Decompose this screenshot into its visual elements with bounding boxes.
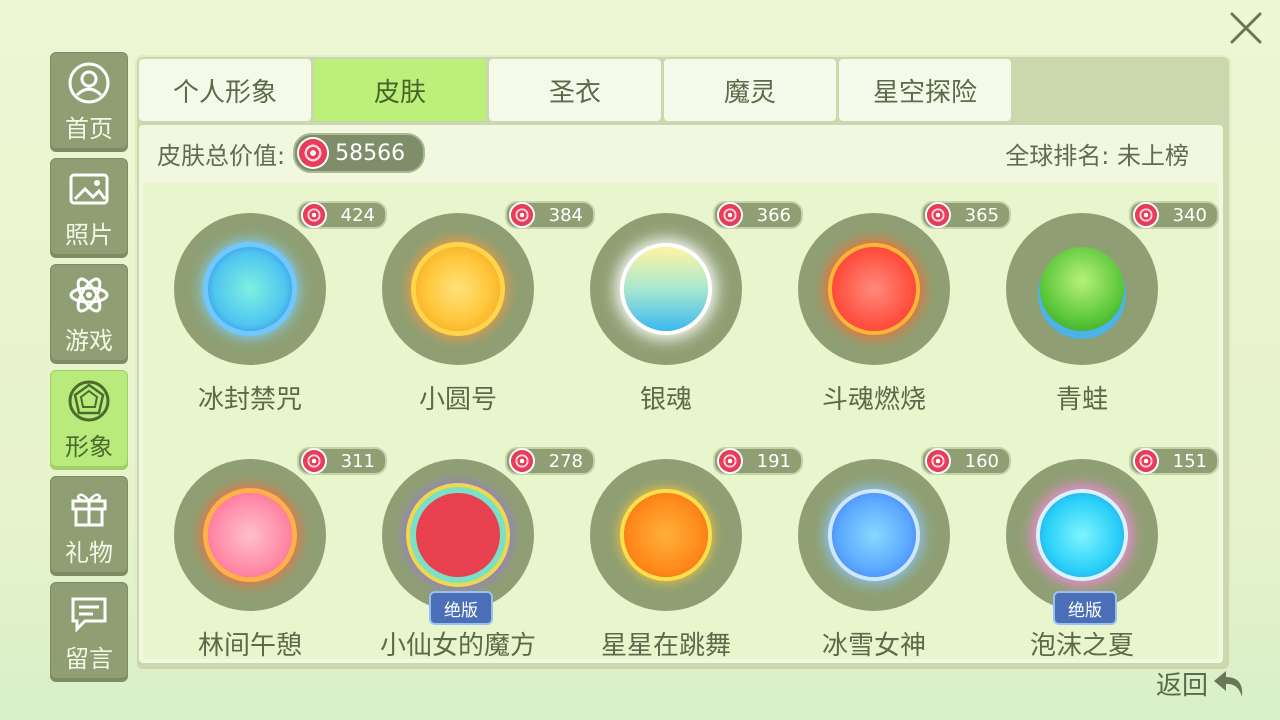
skin-card[interactable]: 311 林间午憩 <box>143 429 387 659</box>
skin-card[interactable]: 340 青蛙 <box>975 183 1219 423</box>
candy-icon <box>511 450 533 472</box>
skin-name: 青蛙 <box>1055 385 1108 415</box>
skin-name: 泡沫之夏 <box>1029 631 1134 659</box>
skin-card[interactable]: 151 绝版 泡沫之夏 <box>975 429 1219 659</box>
total-value: 58566 <box>335 140 406 166</box>
skin-orb-icon <box>208 493 292 577</box>
skin-orb-holder <box>590 459 742 611</box>
skin-card[interactable]: 365 斗魂燃烧 <box>767 183 1011 423</box>
tab-spirits[interactable]: 魔灵 <box>664 59 836 121</box>
skin-name: 斗魂燃烧 <box>821 385 926 415</box>
tab-personal-image[interactable]: 个人形象 <box>139 59 311 121</box>
skin-name: 冰封禁咒 <box>197 385 302 415</box>
close-button[interactable] <box>1226 8 1266 48</box>
gift-icon <box>67 485 111 529</box>
skin-card[interactable]: 384 小圆号 <box>351 183 595 423</box>
skin-orb-holder <box>174 459 326 611</box>
skin-orb-icon <box>416 247 500 331</box>
sidebar-item-label: 游戏 <box>65 326 113 355</box>
skin-orb-icon <box>416 493 500 577</box>
skin-orb-icon <box>832 247 916 331</box>
skin-orb-holder <box>798 459 950 611</box>
tab-star-adventure[interactable]: 星空探险 <box>839 59 1011 121</box>
skin-orb-icon <box>832 493 916 577</box>
sidebar-item-home[interactable]: 首页 <box>50 52 128 152</box>
candy-icon <box>719 204 741 226</box>
skin-orb-holder <box>382 213 534 365</box>
skin-name: 星星在跳舞 <box>600 631 731 659</box>
sidebar-item-label: 礼物 <box>65 538 113 567</box>
sidebar-item-photos[interactable]: 照片 <box>50 158 128 258</box>
sidebar-item-label: 照片 <box>65 220 113 249</box>
close-icon <box>1230 12 1262 44</box>
skin-orb-holder <box>798 213 950 365</box>
candy-icon <box>303 450 325 472</box>
photo-icon <box>67 167 111 211</box>
skin-name: 小圆号 <box>418 385 497 415</box>
sidebar-item-games[interactable]: 游戏 <box>50 264 128 364</box>
skin-card[interactable]: 191 星星在跳舞 <box>559 429 803 659</box>
candy-icon <box>1135 450 1157 472</box>
sidebar-item-messages[interactable]: 留言 <box>50 582 128 682</box>
skin-card[interactable]: 366 银魂 <box>559 183 803 423</box>
skin-orb-holder <box>1006 213 1158 365</box>
candy-icon <box>511 204 533 226</box>
candy-icon <box>927 450 949 472</box>
sidebar: 首页 照片 游戏 形象 礼物 留言 <box>50 52 128 688</box>
skin-name: 小仙女的魔方 <box>379 631 536 659</box>
tab-bar: 个人形象 皮肤 圣衣 魔灵 星空探险 <box>139 59 1011 121</box>
skin-card[interactable]: 278 绝版 小仙女的魔方 <box>351 429 595 659</box>
skin-card[interactable]: 424 冰封禁咒 <box>143 183 387 423</box>
skin-orb-icon <box>624 493 708 577</box>
sidebar-item-gifts[interactable]: 礼物 <box>50 476 128 576</box>
sidebar-item-label: 首页 <box>65 114 113 143</box>
skin-name: 冰雪女神 <box>821 631 926 659</box>
skin-orb-icon <box>1040 493 1124 577</box>
skin-grid: 424 冰封禁咒 384 小圆号 366 银魂 365 斗魂燃烧 340 青蛙 … <box>143 183 1219 659</box>
total-value-badge: 58566 <box>293 133 426 173</box>
limited-edition-badge: 绝版 <box>1053 591 1117 625</box>
total-value-label: 皮肤总价值: <box>157 141 286 170</box>
price-badge: 340 <box>1129 201 1219 229</box>
back-button[interactable]: 返回 <box>1156 665 1246 702</box>
summary-bar: 皮肤总价值: 58566 全球排名: 未上榜 <box>139 125 1223 181</box>
main-panel: 个人形象 皮肤 圣衣 魔灵 星空探险 皮肤总价值: 58566 全球排名: 未上… <box>135 55 1231 671</box>
frog-skin-icon <box>1040 247 1124 331</box>
candy-icon <box>299 139 328 167</box>
skin-orb-holder <box>382 459 534 611</box>
candy-icon <box>303 204 325 226</box>
skins-content: 皮肤总价值: 58566 全球排名: 未上榜 424 冰封禁咒 384 小圆号 … <box>139 125 1223 663</box>
skin-orb-icon <box>624 247 708 331</box>
sidebar-item-label: 留言 <box>65 644 113 673</box>
tab-holy-cloth[interactable]: 圣衣 <box>489 59 661 121</box>
atom-icon <box>67 273 111 317</box>
back-arrow-icon <box>1214 670 1243 697</box>
skin-name: 银魂 <box>639 385 692 415</box>
skin-card[interactable]: 160 冰雪女神 <box>767 429 1011 659</box>
global-rank: 全球排名: 未上榜 <box>1005 141 1189 170</box>
skin-orb-holder <box>590 213 742 365</box>
candy-icon <box>927 204 949 226</box>
sidebar-item-avatar[interactable]: 形象 <box>50 370 128 470</box>
skin-orb-holder <box>174 213 326 365</box>
skin-name: 林间午憩 <box>197 631 302 659</box>
tab-skins[interactable]: 皮肤 <box>314 59 486 121</box>
message-icon <box>67 591 111 635</box>
gem-icon <box>67 379 111 423</box>
sidebar-item-label: 形象 <box>65 432 113 461</box>
candy-icon <box>719 450 741 472</box>
price-value: 340 <box>1172 204 1207 226</box>
candy-icon <box>1135 204 1157 226</box>
user-icon <box>67 61 111 105</box>
skin-orb-holder <box>1006 459 1158 611</box>
skin-orb-icon <box>208 247 292 331</box>
back-label: 返回 <box>1155 671 1208 701</box>
price-badge: 151 <box>1129 447 1219 475</box>
limited-edition-badge: 绝版 <box>429 591 493 625</box>
price-value: 151 <box>1172 450 1207 472</box>
